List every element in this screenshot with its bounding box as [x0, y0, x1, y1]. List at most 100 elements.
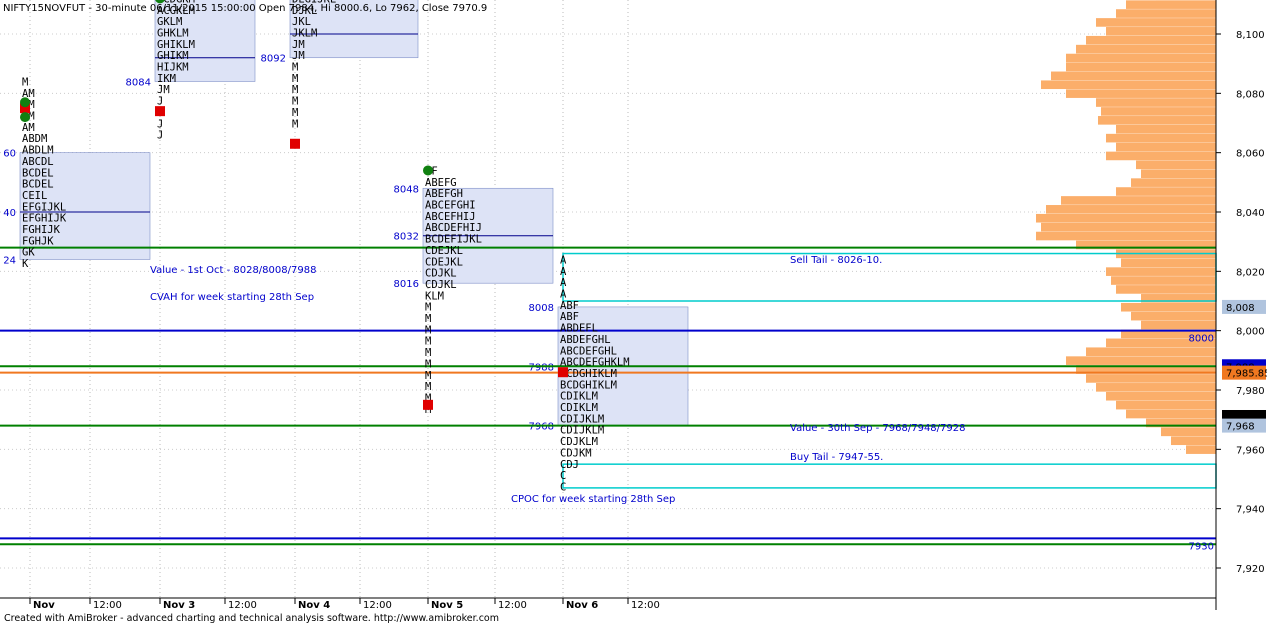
tpo-row: BCDGHIKLM	[560, 368, 617, 380]
annotation-text: Value - 1st Oct - 8028/8008/7988	[150, 265, 316, 276]
volume-bar	[1096, 98, 1216, 107]
va-level-label: 24	[3, 255, 16, 266]
volume-bar	[1111, 276, 1216, 285]
tpo-row: M	[292, 118, 298, 130]
x-tick-label: 12:00	[498, 600, 527, 611]
tpo-row: ABCDL	[22, 156, 54, 168]
volume-bar	[1101, 107, 1216, 116]
va-level-label: 8048	[394, 184, 419, 195]
va-level-label: 8032	[394, 232, 419, 243]
annotation-text: CPOC for week starting 28th Sep	[511, 494, 675, 505]
tpo-row: A	[560, 266, 567, 278]
tpo-row: ABCDEFHIJ	[425, 222, 482, 234]
x-tick-label: Nov 6	[566, 600, 598, 611]
tpo-row: M	[292, 84, 298, 96]
x-tick-label: 12:00	[631, 600, 660, 611]
level-line-label: 7930	[1189, 541, 1214, 552]
tpo-row: BCDEL	[22, 179, 54, 191]
volume-bar	[1121, 258, 1216, 268]
y-tick-label: 8,080	[1236, 89, 1265, 100]
tpo-row: CDIKLM	[560, 402, 598, 414]
tpo-row: J	[157, 118, 163, 130]
tpo-row: ABDLM	[22, 145, 54, 157]
tpo-row: CDIKLM	[560, 391, 598, 403]
tpo-row: ABEFGH	[425, 188, 463, 200]
tpo-row: ABDEFL	[560, 323, 598, 335]
price-badge-label: 8,008	[1226, 303, 1255, 314]
open-marker	[290, 138, 300, 149]
tpo-row: GHKLM	[157, 27, 189, 39]
volume-bar	[1136, 160, 1216, 170]
tpo-row: JKLM	[292, 27, 317, 39]
tpo-row: BCDEL	[22, 167, 54, 179]
annotation-text: Value - 30th Sep - 7968/7948/7928	[790, 423, 966, 434]
volume-bar	[1161, 427, 1216, 437]
volume-bar	[1086, 35, 1216, 45]
x-tick-label: Nov 4	[298, 600, 330, 611]
volume-bar	[1086, 374, 1216, 383]
x-tick-label: 12:00	[93, 600, 122, 611]
tpo-row: KLM	[425, 290, 444, 302]
y-tick-label: 7,920	[1236, 564, 1265, 575]
close-marker	[20, 97, 30, 108]
y-tick-label: 7,960	[1236, 445, 1265, 456]
tpo-row: CDEJKL	[425, 245, 463, 257]
tpo-row: ABEFG	[425, 177, 457, 189]
tpo-row: BCDEFIJKL	[425, 234, 482, 246]
tpo-row: CDIJKLM	[560, 425, 604, 437]
tpo-row: GKLM	[157, 16, 182, 28]
volume-bar	[1131, 311, 1216, 321]
volume-bar	[1086, 347, 1216, 357]
y-tick-label: 7,940	[1236, 505, 1265, 516]
y-tick-label: 8,060	[1236, 149, 1265, 160]
y-tick-label: 7,980	[1236, 386, 1265, 397]
tpo-row: ABF	[560, 311, 579, 323]
y-tick-label: 8,020	[1236, 267, 1265, 278]
volume-bar	[1076, 44, 1216, 54]
close-marker	[20, 112, 30, 123]
annotation-text: Buy Tail - 7947-55.	[790, 452, 883, 463]
volume-bar	[1106, 391, 1216, 401]
tpo-row: J	[157, 96, 163, 108]
volume-bar	[1096, 383, 1216, 392]
tpo-row: ABDEFGHL	[560, 334, 611, 346]
tpo-row: GHIKM	[157, 50, 189, 62]
tpo-row: ABDM	[22, 133, 47, 145]
tpo-row: M	[22, 76, 28, 88]
tpo-row: M	[425, 347, 431, 359]
tpo-row: C	[560, 470, 566, 482]
tpo-row: M	[425, 381, 431, 393]
volume-bar	[1126, 0, 1216, 9]
va-level-label: 40	[3, 208, 16, 219]
tpo-row: ABF	[560, 300, 579, 312]
tpo-row: M	[292, 73, 298, 85]
volume-bar	[1186, 445, 1216, 454]
tpo-row: CEIL	[22, 190, 47, 202]
volume-bar	[1141, 320, 1216, 330]
level-line-label: 8000	[1189, 334, 1214, 345]
volume-bar	[1116, 124, 1216, 134]
tpo-row: CDJKL	[425, 268, 457, 280]
tpo-row: CDJKM	[560, 447, 592, 459]
tpo-row: CDIJKLM	[560, 413, 604, 425]
tpo-row: ABCDEFGHKLM	[560, 357, 630, 369]
volume-bar	[1096, 18, 1216, 27]
y-tick-label: 8,100	[1236, 30, 1265, 41]
volume-bar	[1131, 178, 1216, 187]
tpo-row: ABCDEFGHL	[560, 345, 617, 357]
tpo-row: EFGHIJK	[22, 213, 67, 225]
footer-credit: Created with AmiBroker - advanced charti…	[4, 613, 499, 624]
volume-bar	[1066, 356, 1216, 365]
y-tick-label: 8,040	[1236, 208, 1265, 219]
tpo-row: ABCEFGHI	[425, 200, 476, 212]
volume-bar	[1041, 222, 1216, 232]
va-level-label: 8008	[529, 303, 554, 314]
tpo-row: GK	[22, 247, 35, 259]
tpo-row: M	[292, 62, 298, 74]
volume-bar	[1061, 196, 1216, 205]
volume-bar	[1141, 169, 1216, 179]
tpo-row: CDJKL	[425, 279, 457, 291]
open-marker	[155, 106, 165, 117]
price-badge-label: 7,968	[1226, 422, 1255, 433]
tpo-row: K	[22, 258, 29, 270]
